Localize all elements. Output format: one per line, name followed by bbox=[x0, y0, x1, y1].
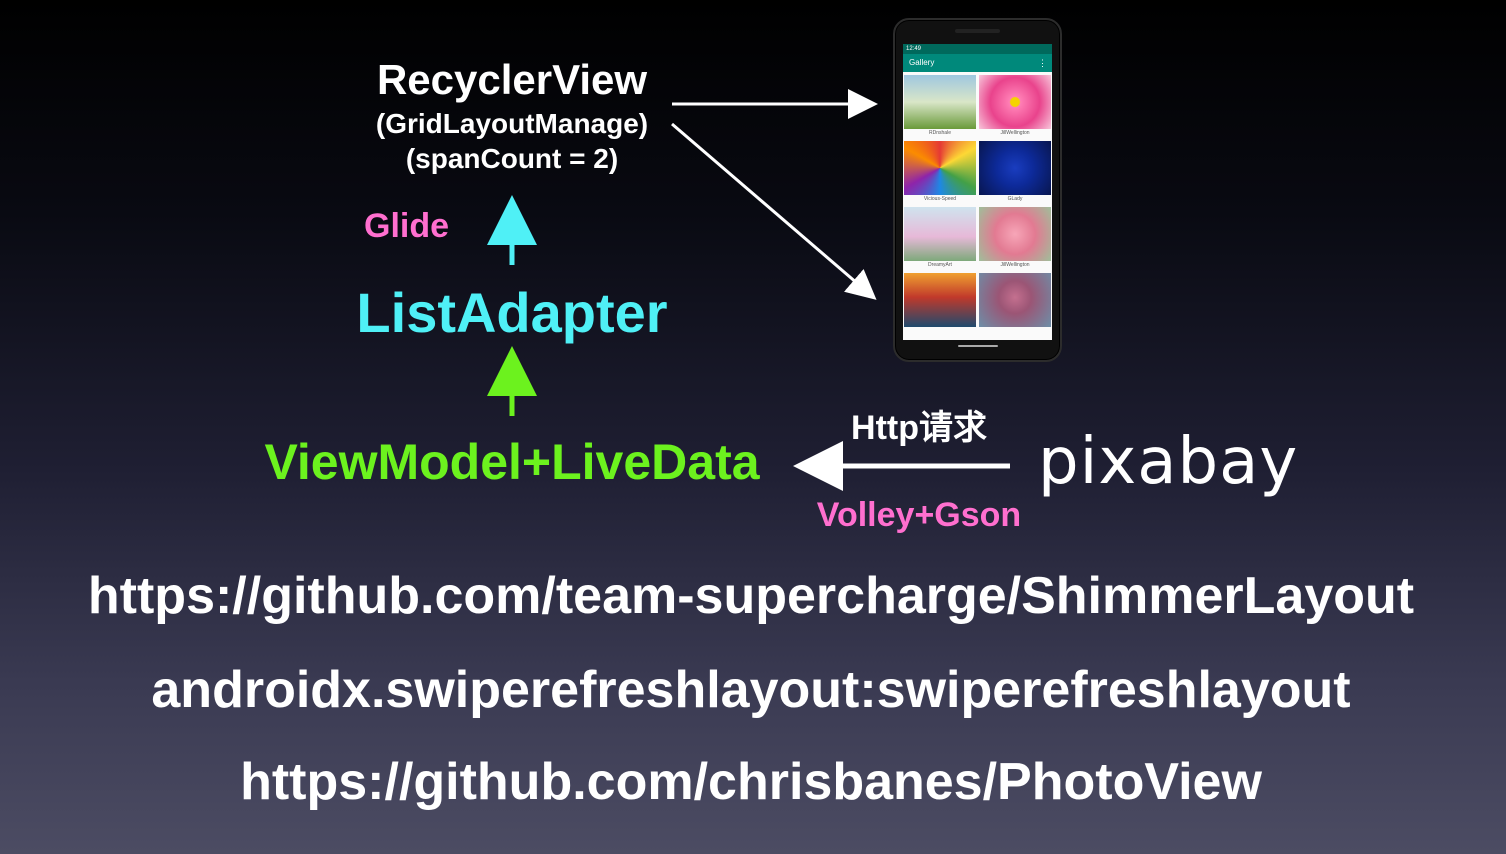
gallery-item[interactable] bbox=[979, 273, 1051, 336]
photo-wildflowers bbox=[904, 207, 976, 261]
pixabay-logo: pixabay bbox=[1038, 425, 1299, 499]
recyclerview-span-count: (spanCount = 2) bbox=[405, 143, 619, 174]
app-toolbar: Gallery ⋮ bbox=[903, 54, 1052, 72]
list-adapter-label: ListAdapter bbox=[356, 281, 668, 344]
gallery-item[interactable]: GLady bbox=[979, 141, 1051, 204]
photo-lotus bbox=[904, 273, 976, 327]
photo-butterflies bbox=[904, 75, 976, 129]
status-bar: 12:49 bbox=[903, 44, 1052, 54]
more-vert-icon[interactable]: ⋮ bbox=[1038, 54, 1047, 72]
gallery-item[interactable]: JillWellington bbox=[979, 75, 1051, 138]
status-time: 12:49 bbox=[906, 46, 922, 52]
swiperefreshlayout-dependency: androidx.swiperefreshlayout:swiperefresh… bbox=[151, 661, 1351, 719]
photo-blue-rose bbox=[979, 141, 1051, 195]
photo-caption bbox=[904, 327, 976, 336]
gallery-grid: RDnshale JillWellington Vicious-Speed GL… bbox=[903, 72, 1052, 339]
photo-caption: JillWellington bbox=[1000, 130, 1030, 136]
phone-screen: 12:49 Gallery ⋮ RDnshale JillWellington … bbox=[903, 44, 1052, 352]
app-title: Gallery bbox=[909, 58, 935, 67]
photo-caption: JillWellington bbox=[1000, 262, 1030, 268]
photo-pink-rose bbox=[979, 207, 1051, 261]
photo-caption: RDnshale bbox=[929, 130, 951, 136]
gallery-item[interactable] bbox=[904, 273, 976, 336]
phone-speaker bbox=[955, 29, 1000, 33]
home-indicator[interactable] bbox=[958, 345, 998, 347]
photo-mandala bbox=[904, 141, 976, 195]
gallery-item[interactable]: RDnshale bbox=[904, 75, 976, 138]
photo-caption: DreamyArt bbox=[928, 262, 952, 268]
photo-rose-bud bbox=[979, 273, 1051, 327]
recyclerview-layout-manager: (GridLayoutManage) bbox=[375, 108, 649, 139]
gallery-item[interactable]: JillWellington bbox=[979, 207, 1051, 270]
photo-caption: GLady bbox=[1007, 196, 1023, 202]
http-request-label: Http请求 bbox=[851, 409, 987, 447]
volley-gson-label: Volley+Gson bbox=[816, 496, 1022, 534]
nav-bar bbox=[903, 340, 1052, 352]
photo-pink-daisy bbox=[979, 75, 1051, 129]
viewmodel-livedata-label: ViewModel+LiveData bbox=[264, 434, 760, 490]
photo-caption bbox=[979, 327, 1051, 336]
recyclerview-title: RecyclerView bbox=[376, 56, 648, 103]
photo-caption: Vicious-Speed bbox=[923, 196, 957, 202]
gallery-item[interactable]: Vicious-Speed bbox=[904, 141, 976, 204]
photoview-url: https://github.com/chrisbanes/PhotoView bbox=[240, 753, 1262, 811]
glide-label: Glide bbox=[364, 207, 450, 245]
arrow-recycler-to-phone-bottom bbox=[671, 122, 877, 300]
phone-mockup: 12:49 Gallery ⋮ RDnshale JillWellington … bbox=[893, 18, 1062, 362]
shimmerlayout-url: https://github.com/team-supercharge/Shim… bbox=[87, 567, 1415, 625]
gallery-item[interactable]: DreamyArt bbox=[904, 207, 976, 270]
